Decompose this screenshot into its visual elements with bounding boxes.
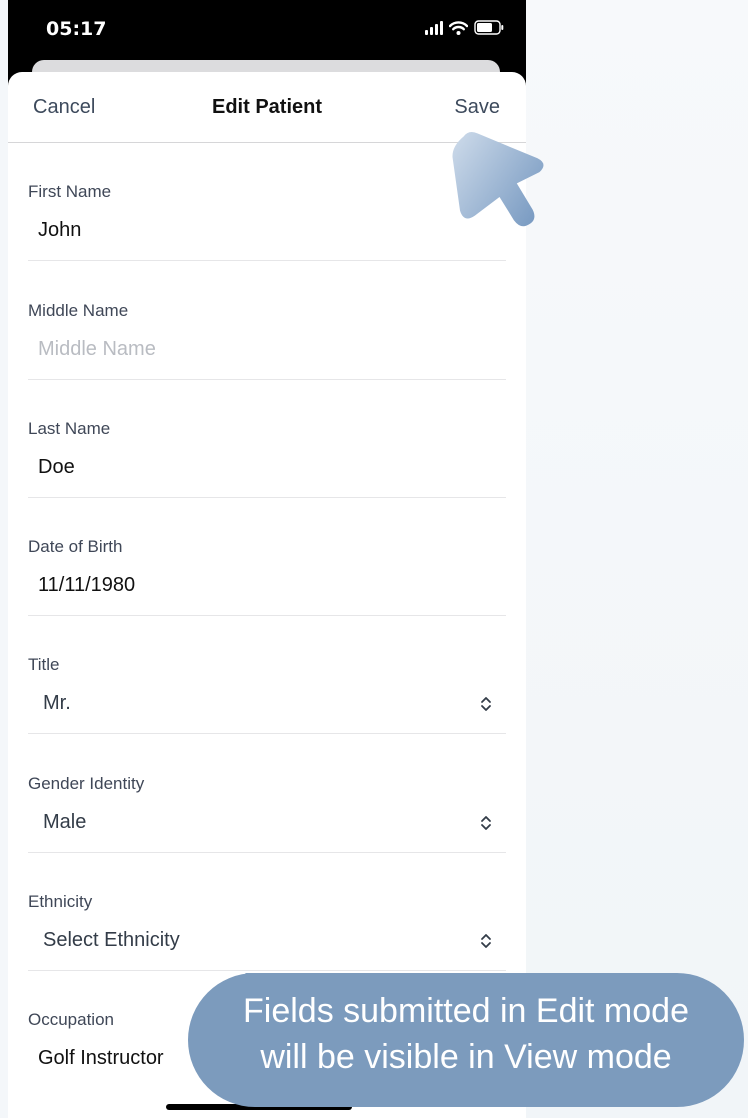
callout-line-1: Fields submitted in Edit mode: [243, 992, 689, 1030]
middle-name-label: Middle Name: [28, 301, 129, 320]
chevron-up-down-icon[interactable]: [480, 814, 492, 832]
signal-icon: [425, 20, 443, 35]
date-of-birth-label: Date of Birth: [28, 537, 123, 556]
last-name-input[interactable]: Doe: [38, 456, 75, 479]
save-button[interactable]: Save: [454, 96, 500, 119]
ethnicity-label: Ethnicity: [28, 892, 93, 911]
status-icons: [425, 20, 504, 35]
page-title: Edit Patient: [211, 96, 322, 118]
first-name-label: First Name: [28, 182, 112, 201]
status-time: 05:17: [46, 18, 107, 40]
gender-identity-select[interactable]: Male: [43, 811, 86, 834]
date-of-birth-field[interactable]: Date of Birth 11/11/1980: [28, 497, 506, 616]
middle-name-input[interactable]: Middle Name: [38, 338, 156, 361]
first-name-field[interactable]: First Name John: [28, 142, 506, 261]
chevron-up-down-icon[interactable]: [480, 695, 492, 713]
gender-identity-field[interactable]: Gender Identity Male: [28, 734, 506, 853]
wifi-icon: [449, 20, 468, 35]
title-select[interactable]: Mr.: [43, 692, 71, 715]
date-of-birth-input[interactable]: 11/11/1980: [38, 574, 135, 597]
chevron-up-down-icon[interactable]: [480, 932, 492, 950]
occupation-input[interactable]: Golf Instructor: [38, 1047, 164, 1070]
last-name-label: Last Name: [28, 419, 111, 438]
background-panel: [526, 0, 748, 1118]
callout-text: Fields submitted in Edit mode will be vi…: [188, 988, 744, 1080]
pointer-arrow-icon: [452, 132, 544, 227]
gender-identity-label: Gender Identity: [28, 774, 145, 793]
occupation-label: Occupation: [28, 1010, 114, 1029]
title-label: Title: [28, 655, 60, 674]
ethnicity-field[interactable]: Ethnicity Select Ethnicity: [28, 852, 506, 971]
title-field[interactable]: Title Mr.: [28, 615, 506, 734]
battery-icon: [474, 20, 504, 35]
first-name-input[interactable]: John: [38, 219, 81, 242]
last-name-field[interactable]: Last Name Doe: [28, 379, 506, 498]
callout-line-2: will be visible in View mode: [260, 1038, 672, 1076]
ethnicity-select[interactable]: Select Ethnicity: [43, 929, 180, 952]
middle-name-field[interactable]: Middle Name Middle Name: [28, 261, 506, 380]
